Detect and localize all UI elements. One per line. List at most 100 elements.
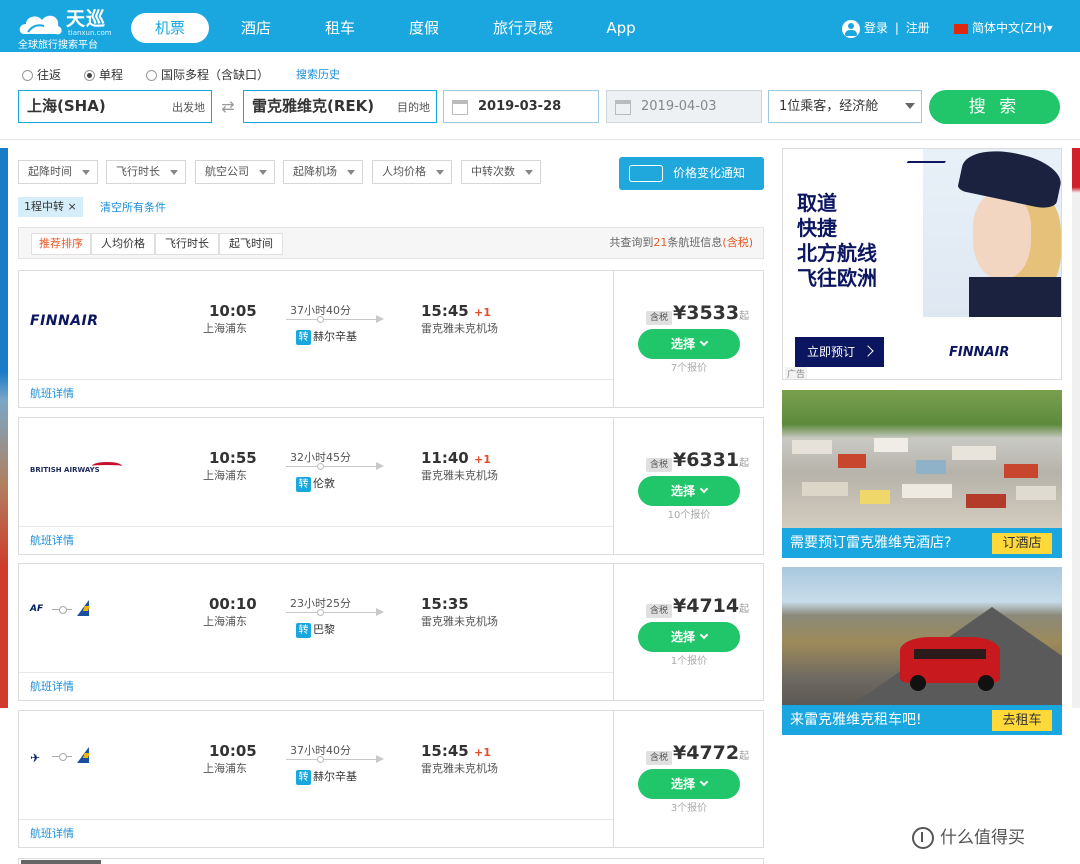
route-line — [286, 315, 384, 323]
route-line — [286, 755, 384, 763]
select-button[interactable]: 选择 — [638, 622, 740, 652]
depart-date-value: 2019-03-28 — [478, 99, 562, 114]
nav-hotels[interactable]: 酒店 — [230, 13, 282, 43]
nav-car-rental[interactable]: 租车 — [314, 13, 366, 43]
transit-info: 转赫尔辛基 — [296, 328, 357, 345]
flight-card[interactable]: ✈ 10:05 上海浦东 37小时40分转赫尔辛基 15:45 +1 雷克雅未克机场 航班详… — [18, 710, 764, 848]
sort-recommended[interactable]: 推荐排序 — [31, 233, 91, 255]
price-alert-button[interactable]: 价格变化通知 — [619, 157, 764, 190]
trip-type-roundtrip[interactable]: 往返 — [22, 66, 61, 84]
transit-dot-icon — [317, 609, 324, 616]
airline-logo — [21, 860, 101, 864]
nav-vacations[interactable]: 度假 — [398, 13, 450, 43]
next-flight-card[interactable] — [18, 858, 764, 864]
flight-details-link[interactable]: 航班详情 — [30, 527, 74, 555]
register-link[interactable]: 注册 — [906, 21, 930, 35]
arrive-airport: 雷克雅未克机场 — [421, 469, 498, 482]
depart-date-field[interactable]: 2019-03-28 — [443, 90, 599, 123]
hotel-ad-bar: 需要预订雷克雅维克酒店? 订酒店 — [782, 528, 1062, 558]
active-filter-chip[interactable]: 1程中转 × — [18, 197, 83, 217]
select-button[interactable]: 选择 — [638, 476, 740, 506]
origin-field[interactable]: 上海(SHA) 出发地 — [18, 90, 212, 123]
sort-duration[interactable]: 飞行时长 — [155, 233, 219, 255]
destination-field[interactable]: 雷克雅维克(REK) 目的地 — [243, 90, 437, 123]
ba-swoosh-icon — [92, 462, 122, 470]
filter-flight-duration[interactable]: 飞行时长 — [106, 160, 186, 184]
clear-filters-link[interactable]: 清空所有条件 — [100, 197, 166, 219]
book-hotel-button[interactable]: 订酒店 — [992, 533, 1052, 554]
depart-airport: 上海浦东 — [203, 469, 247, 482]
price-alert-label: 价格变化通知 — [673, 166, 746, 180]
finnair-mini-icon: ✈ — [30, 751, 41, 765]
chevron-down-icon — [259, 170, 267, 175]
filter-departure-time[interactable]: 起降时间 — [18, 160, 98, 184]
depart-time: 00:10 — [209, 595, 257, 613]
arrive-time: 15:35 — [421, 595, 469, 613]
flight-details-link[interactable]: 航班详情 — [30, 820, 74, 848]
flight-card[interactable]: BRITISH AIRWAYS 10:55 上海浦东 32小时45分转伦敦 11:40 … — [18, 417, 764, 555]
tax-included-tag: 含税 — [646, 311, 673, 325]
select-button[interactable]: 选择 — [638, 769, 740, 799]
quote-count: 7个报价 — [670, 363, 708, 374]
filter-stops[interactable]: 中转次数 — [461, 160, 541, 184]
language-selector[interactable]: 简体中文(ZH)▾ — [954, 18, 1053, 38]
price-box: 含税 ¥6331起 选择 10个报价 — [613, 418, 763, 554]
tax-included-tag: 含税 — [646, 604, 673, 618]
arrive-time: 11:40 +1 — [421, 449, 491, 467]
chevron-down-icon — [82, 170, 90, 175]
flight-info: BRITISH AIRWAYS 10:55 上海浦东 32小时45分转伦敦 11:40 … — [19, 418, 613, 526]
flight-card[interactable]: AF 00:10 上海浦东 23小时25分转巴黎 15:35 雷克雅未克机场 航班详情 含税… — [18, 563, 764, 701]
nav-inspiration[interactable]: 旅行灵感 — [484, 13, 562, 43]
cloud-logo-icon — [19, 15, 62, 35]
chevron-down-icon — [699, 484, 709, 494]
price: ¥3533起 — [673, 302, 750, 324]
finnair-logo: FINNAIR — [30, 313, 99, 329]
login-link[interactable]: 登录 — [864, 21, 888, 35]
filter-price[interactable]: 人均价格 — [372, 160, 452, 184]
book-now-button[interactable]: 立即预订 — [795, 337, 884, 367]
passenger-select[interactable]: 1位乘客，经济舱 — [768, 90, 922, 123]
search-button[interactable]: 搜 索 — [929, 90, 1060, 124]
swap-icon[interactable]: ⇄ — [217, 98, 239, 116]
price-box: 含税 ¥4714起 选择 1个报价 — [613, 564, 763, 700]
radio-icon — [146, 70, 157, 81]
filter-airline[interactable]: 航空公司 — [195, 160, 275, 184]
transit-city: 巴黎 — [313, 623, 335, 636]
nav-flights[interactable]: 机票 — [131, 13, 209, 43]
search-history-link[interactable]: 搜索历史 — [296, 66, 340, 84]
origin-tag: 出发地 — [172, 101, 205, 114]
card-footer: 航班详情 — [19, 672, 613, 700]
chevron-down-icon — [170, 170, 178, 175]
site-logo[interactable]: 天巡 tianxun.com 全球旅行搜索平台 — [14, 4, 114, 51]
hotel-ad-text: 需要预订雷克雅维克酒店? — [790, 535, 952, 551]
sort-price[interactable]: 人均价格 — [91, 233, 155, 255]
sort-departure[interactable]: 起飞时间 — [219, 233, 283, 255]
rent-car-button[interactable]: 去租车 — [992, 710, 1052, 731]
finnair-ad[interactable]: 取道 快捷 北方航线 飞往欧洲 立即预订 FINNAIR 广告 — [782, 148, 1062, 380]
flight-details-link[interactable]: 航班详情 — [30, 673, 74, 701]
return-date-value: 2019-04-03 — [641, 99, 717, 114]
flight-details-link[interactable]: 航班详情 — [30, 380, 74, 408]
left-ad-strip[interactable] — [0, 148, 8, 708]
chevron-right-icon — [862, 345, 874, 357]
arrow-right-icon — [376, 315, 384, 323]
filter-airport[interactable]: 起降机场 — [283, 160, 363, 184]
calendar-icon — [452, 100, 468, 115]
quote-count: 10个报价 — [667, 510, 711, 521]
trip-type-oneway[interactable]: 单程 — [84, 66, 123, 84]
day-offset: +1 — [473, 306, 491, 319]
flight-card[interactable]: FINNAIR 10:05 上海浦东 37小时40分转赫尔辛基 15:45 +1 雷克雅未… — [18, 270, 764, 408]
right-ad-strip[interactable] — [1072, 148, 1080, 708]
trip-type-multicity[interactable]: 国际多程（含缺口） — [146, 66, 269, 84]
select-button[interactable]: 选择 — [638, 329, 740, 359]
top-nav-bar: 天巡 tianxun.com 全球旅行搜索平台 机票 酒店 租车 度假 旅行灵感… — [0, 0, 1080, 52]
car-rental-ad[interactable]: 来雷克雅维克租车吧! 去租车 — [782, 567, 1062, 735]
nav-app[interactable]: App — [598, 13, 644, 43]
return-date-field[interactable]: 2019-04-03 — [606, 90, 762, 123]
hotel-ad[interactable]: 需要预订雷克雅维克酒店? 订酒店 — [782, 390, 1062, 558]
arrive-airport: 雷克雅未克机场 — [421, 322, 498, 335]
radio-selected-icon — [84, 70, 95, 81]
origin-value: 上海(SHA) — [27, 97, 106, 115]
chevron-down-icon — [699, 777, 709, 787]
mail-alert-icon — [629, 165, 663, 182]
